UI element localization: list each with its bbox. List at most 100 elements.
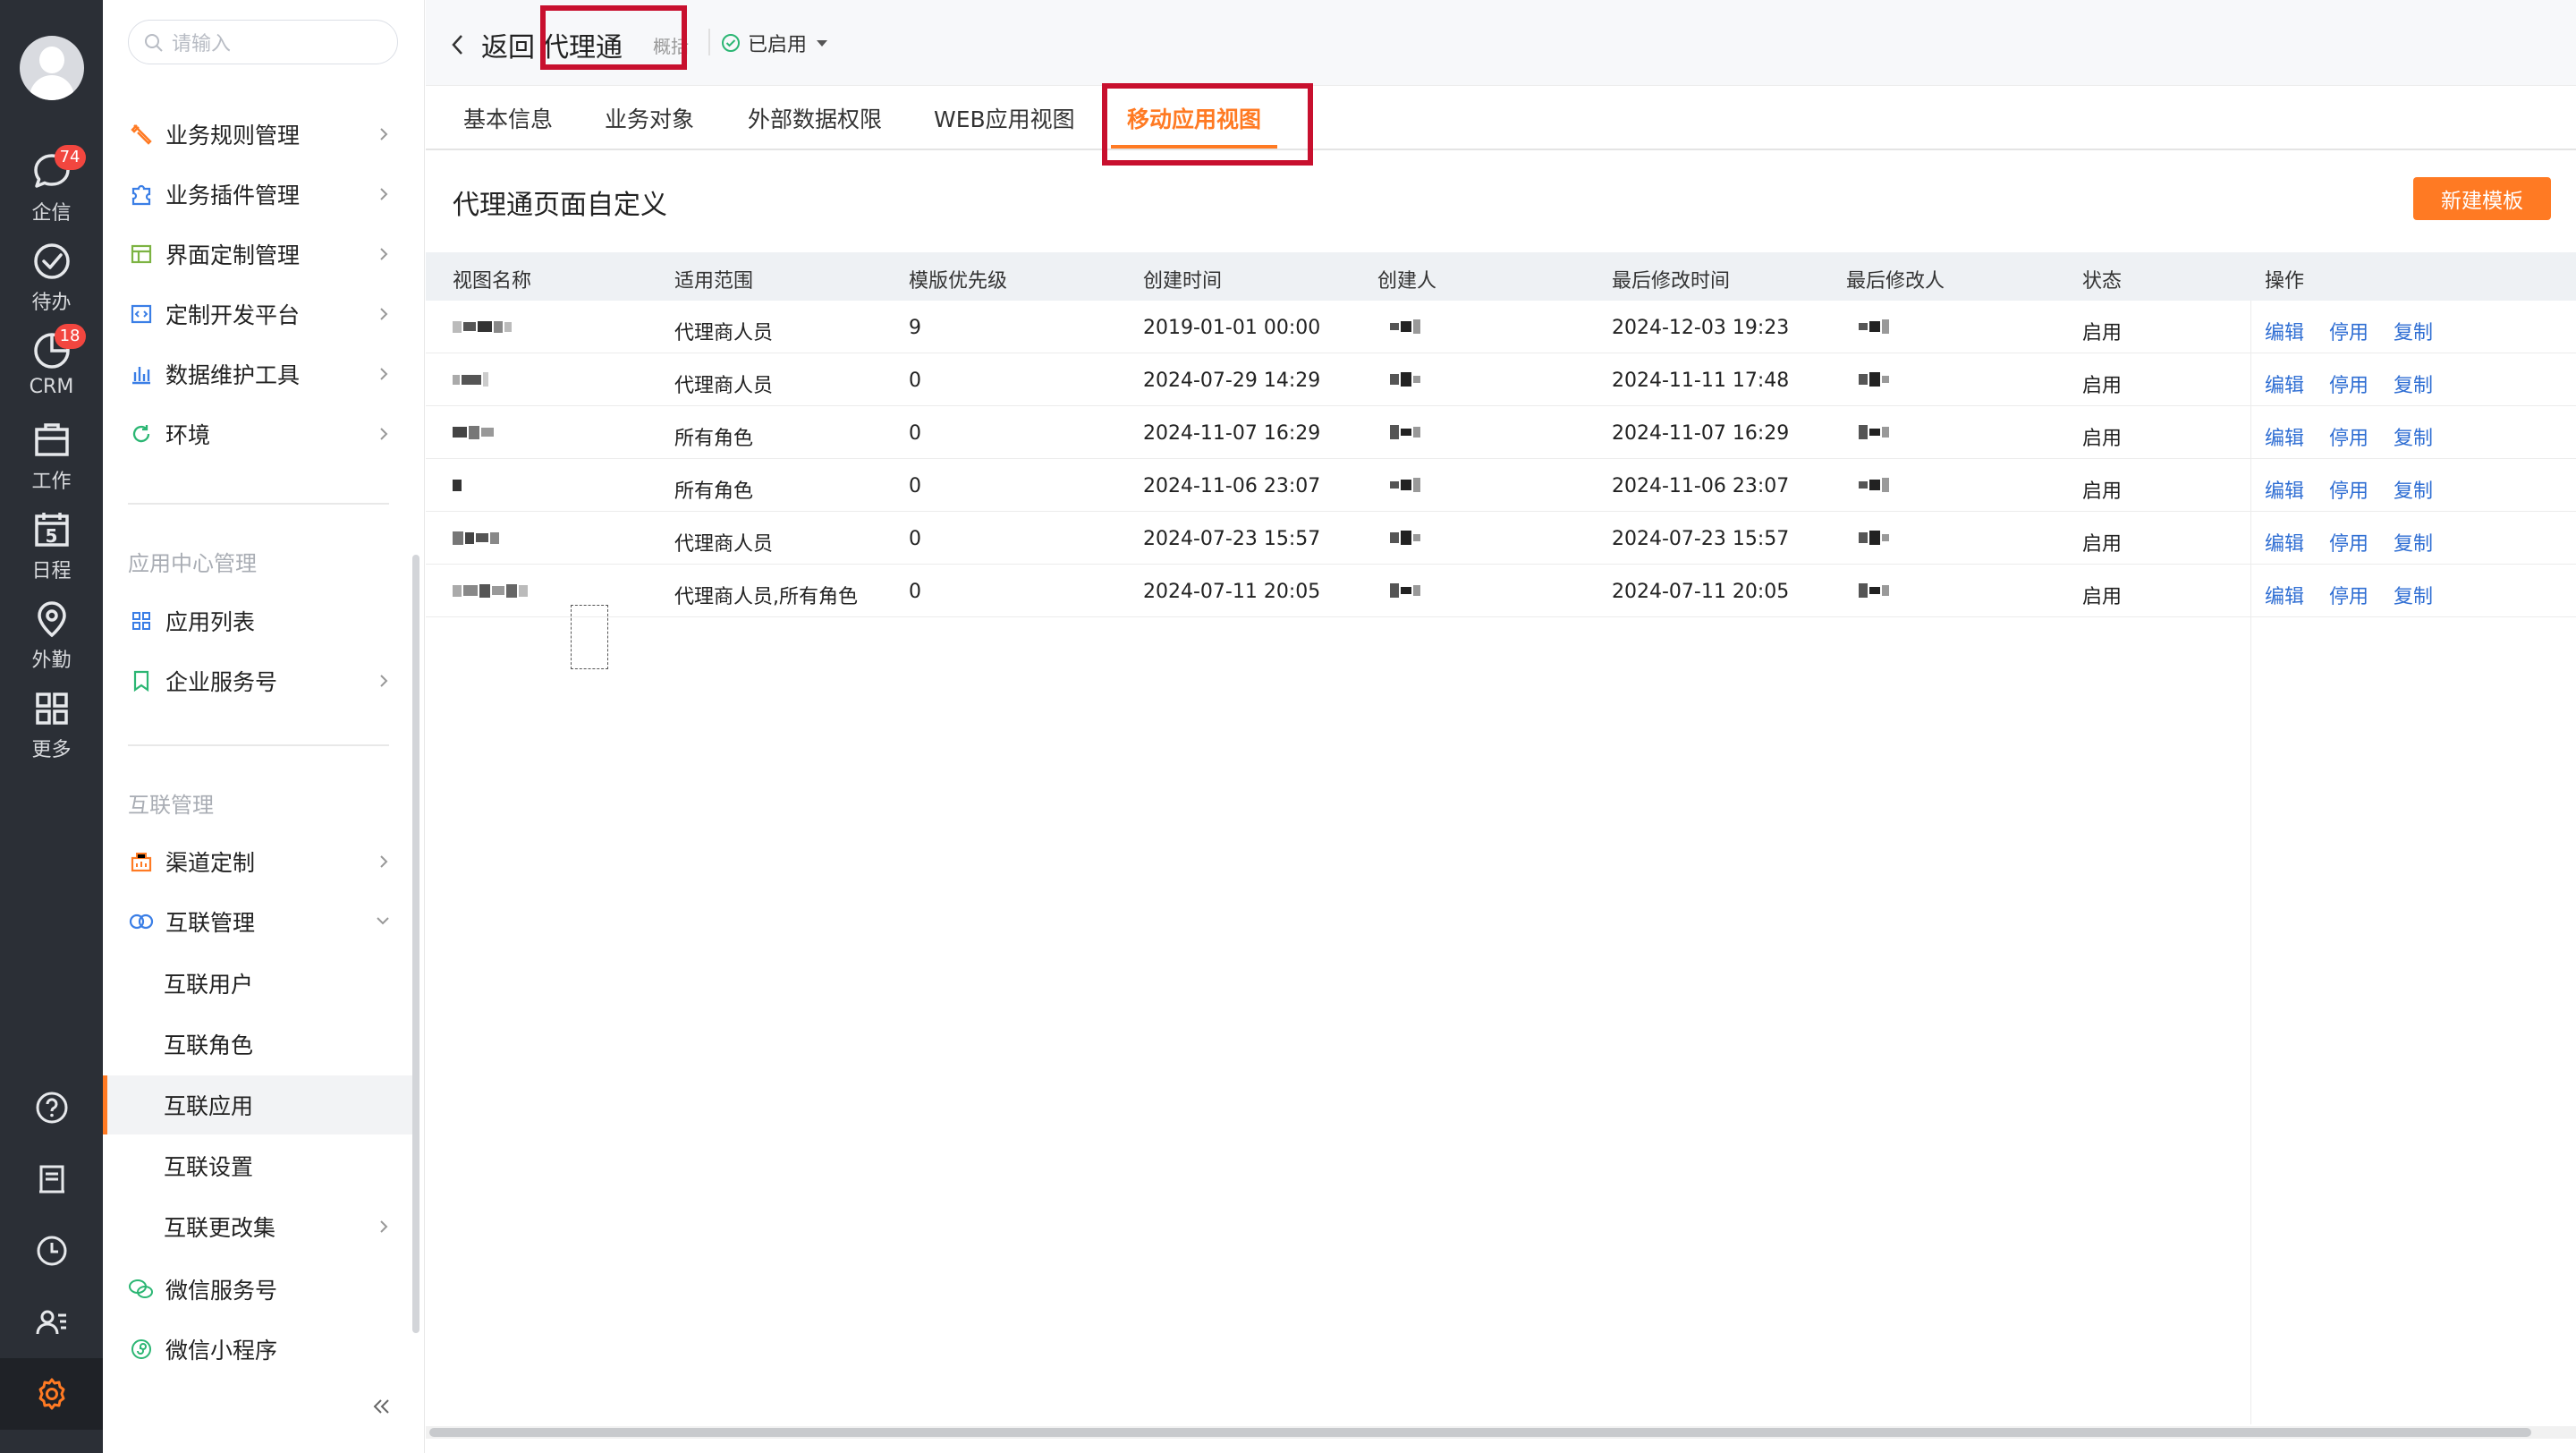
- view-name-redacted: [453, 313, 513, 340]
- scrollbar-thumb[interactable]: [429, 1428, 2531, 1437]
- new-template-button[interactable]: 新建模板: [2413, 177, 2551, 220]
- cell-modified: 2024-11-07 16:29: [1612, 422, 1790, 445]
- disable-link[interactable]: 停用: [2329, 370, 2368, 398]
- puzzle-icon: [128, 181, 155, 208]
- chevron-right-icon: [380, 675, 388, 687]
- nav-item-label: 企业服务号: [165, 669, 278, 695]
- rail-item-more[interactable]: 更多: [0, 682, 103, 764]
- nav-sub-interconnect-changesets[interactable]: 互联更改集: [103, 1197, 414, 1256]
- disable-link[interactable]: 停用: [2329, 581, 2368, 609]
- user-avatar[interactable]: [20, 36, 84, 100]
- chevron-right-icon: [380, 855, 388, 868]
- link-rings-icon: [128, 908, 155, 935]
- nav-sub-interconnect-settings[interactable]: 互联设置: [103, 1136, 414, 1195]
- collapse-double-chevron-icon[interactable]: [371, 1396, 393, 1417]
- chevron-right-icon: [380, 428, 388, 440]
- table-header: 视图名称 适用范围 模版优先级 创建时间 创建人 最后修改时间 最后修改人 状态…: [426, 252, 2576, 301]
- nav-item-environment[interactable]: 环境: [103, 404, 414, 463]
- cell-modified: 2024-11-11 17:48: [1612, 370, 1790, 392]
- rail-item-todo[interactable]: 待办: [0, 234, 103, 317]
- back-label: 返回: [481, 32, 535, 64]
- chevron-right-icon: [380, 1220, 388, 1233]
- creator-redacted: [1390, 366, 1422, 393]
- cell-modified: 2024-12-03 19:23: [1612, 317, 1790, 339]
- tab-basic-info[interactable]: 基本信息: [463, 102, 553, 149]
- copy-link[interactable]: 复制: [2394, 370, 2433, 398]
- tab-label: 外部数据权限: [748, 106, 883, 132]
- column-header: 模版优先级: [909, 270, 1008, 293]
- copy-link[interactable]: 复制: [2394, 317, 2433, 345]
- wechat-icon: [128, 1276, 155, 1303]
- edit-link[interactable]: 编辑: [2265, 581, 2304, 609]
- cell-status: 启用: [2082, 375, 2123, 397]
- nav-item-business-plugins[interactable]: 业务插件管理: [103, 165, 414, 224]
- nav-item-enterprise-service[interactable]: 企业服务号: [103, 651, 414, 710]
- copy-link[interactable]: 复制: [2394, 581, 2433, 609]
- status-dropdown[interactable]: 已启用: [721, 29, 828, 57]
- tab-web-app-view[interactable]: WEB应用视图: [934, 102, 1075, 149]
- nav-scrollbar[interactable]: [412, 555, 419, 1333]
- nav-sub-interconnect-users[interactable]: 互联用户: [103, 954, 414, 1013]
- rail-item-field[interactable]: 外勤: [0, 592, 103, 675]
- grid-icon: [30, 687, 73, 730]
- nav-group-interconnect: 互联管理: [128, 793, 214, 818]
- settings-button[interactable]: [0, 1358, 103, 1430]
- calendar-icon: 5: [30, 508, 73, 551]
- rail-item-messages[interactable]: 74 企信: [0, 145, 103, 227]
- creator-redacted: [1390, 419, 1422, 446]
- history-button[interactable]: [0, 1215, 103, 1287]
- back-button[interactable]: 返回: [451, 25, 535, 64]
- table-row: 所有角色 0 2024-11-06 23:07 2024-11-06 23:07 启用 编…: [426, 459, 2576, 512]
- rail-item-schedule[interactable]: 5 日程: [0, 503, 103, 585]
- nav-item-interconnect-manage[interactable]: 互联管理: [103, 892, 414, 951]
- nav-item-label: 数据维护工具: [165, 362, 301, 388]
- nav-item-wechat-mini[interactable]: 微信小程序: [103, 1320, 414, 1379]
- help-button[interactable]: [0, 1072, 103, 1143]
- nav-item-dev-platform[interactable]: 定制开发平台: [103, 285, 414, 344]
- location-pin-icon: [30, 598, 73, 641]
- nav-sub-interconnect-apps[interactable]: 互联应用: [103, 1075, 414, 1134]
- contacts-icon: [36, 1310, 66, 1335]
- edit-link[interactable]: 编辑: [2265, 422, 2304, 451]
- tab-external-data-permission[interactable]: 外部数据权限: [748, 102, 882, 149]
- copy-link[interactable]: 复制: [2394, 475, 2433, 504]
- disable-link[interactable]: 停用: [2329, 422, 2368, 451]
- nav-item-wechat-service[interactable]: 微信服务号: [103, 1260, 414, 1319]
- settings-gear-icon: [38, 1378, 64, 1410]
- view-name-redacted: [453, 472, 463, 498]
- disable-link[interactable]: 停用: [2329, 528, 2368, 557]
- cell-status: 启用: [2082, 533, 2123, 556]
- disable-link[interactable]: 停用: [2329, 317, 2368, 345]
- contacts-button[interactable]: [0, 1287, 103, 1358]
- horizontal-scrollbar[interactable]: [426, 1426, 2576, 1439]
- edit-link[interactable]: 编辑: [2265, 317, 2304, 345]
- cell-modified: 2024-07-23 15:57: [1612, 528, 1790, 550]
- column-header: 创建时间: [1143, 270, 1223, 293]
- disable-link[interactable]: 停用: [2329, 475, 2368, 504]
- nav-item-ui-customization[interactable]: 界面定制管理: [103, 225, 414, 284]
- cell-status: 启用: [2082, 480, 2123, 503]
- code-icon: [128, 301, 155, 327]
- notebook-button[interactable]: [0, 1143, 103, 1215]
- tab-business-objects[interactable]: 业务对象: [605, 102, 694, 149]
- nav-item-data-tools[interactable]: 数据维护工具: [103, 344, 414, 404]
- nav-item-channel[interactable]: 渠道定制: [103, 832, 414, 891]
- bookmark-icon: [128, 667, 155, 694]
- rail-label: 企信: [31, 202, 72, 225]
- nav-sub-interconnect-roles[interactable]: 互联角色: [103, 1015, 414, 1074]
- copy-link[interactable]: 复制: [2394, 422, 2433, 451]
- nav-item-business-rules[interactable]: 业务规则管理: [103, 105, 414, 164]
- cell-created: 2024-07-11 20:05: [1143, 581, 1321, 603]
- cell-priority: 0: [909, 422, 921, 445]
- search-input[interactable]: 请输入: [128, 20, 398, 64]
- edit-link[interactable]: 编辑: [2265, 475, 2304, 504]
- edit-link[interactable]: 编辑: [2265, 528, 2304, 557]
- rail-item-crm[interactable]: 18 CRM: [0, 324, 103, 406]
- tab-label: WEB应用视图: [934, 106, 1075, 132]
- nav-item-app-list[interactable]: 应用列表: [103, 591, 414, 650]
- cell-scope: 所有角色: [674, 480, 754, 503]
- rail-item-work[interactable]: 工作: [0, 413, 103, 496]
- copy-link[interactable]: 复制: [2394, 528, 2433, 557]
- edit-link[interactable]: 编辑: [2265, 370, 2304, 398]
- cell-scope: 所有角色: [674, 428, 754, 450]
